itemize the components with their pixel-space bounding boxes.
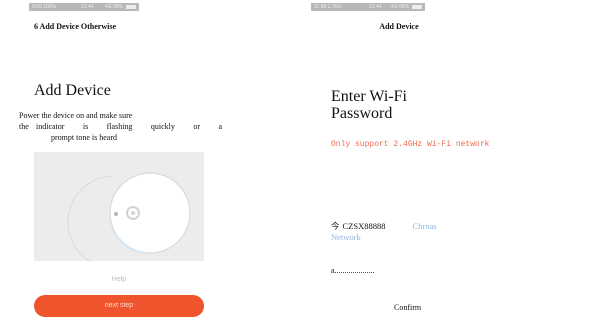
- status-right: 4G 99%: [104, 4, 123, 10]
- wifi-icon: 今: [331, 221, 340, 231]
- help-link[interactable]: Help: [34, 276, 204, 283]
- instruction-line3: prompt tone is heard: [51, 133, 117, 142]
- status-bar: 11:58 1.7K/s 13:44 4G 99%: [311, 3, 425, 11]
- wifi-ssid: CZSX88888: [342, 221, 386, 231]
- enter-wifi-screen: 11:58 1.7K/s 13:44 4G 99% Add Device Ent…: [305, 0, 604, 333]
- device-illustration: [34, 152, 204, 261]
- battery-icon: [412, 5, 422, 9]
- change-network-link-line2[interactable]: Network: [331, 232, 511, 243]
- instruction-line1: Power the device on and make sure: [19, 111, 133, 120]
- status-bar: 9:59 100% 13:44 4G 99%: [29, 3, 139, 11]
- status-left: 9:59 100%: [32, 4, 56, 10]
- add-device-screen: 9:59 100% 13:44 4G 99% 6 Add Device Othe…: [0, 0, 300, 333]
- page-title: Enter Wi-Fi Password: [331, 88, 407, 122]
- page-heading: Add Device: [379, 22, 419, 31]
- battery-icon: [126, 5, 136, 9]
- next-step-button[interactable]: next step: [34, 295, 204, 317]
- password-field[interactable]: a....................: [331, 266, 375, 275]
- status-left: 11:58 1.7K/s: [314, 4, 342, 10]
- wifi-network-row: 今 CZSX88888 Chrnas Network: [331, 221, 511, 243]
- page-title: Add Device: [34, 82, 111, 99]
- device-icon: [34, 152, 204, 261]
- change-network-link[interactable]: Chrnas: [413, 221, 437, 231]
- confirm-button[interactable]: Confirm: [394, 303, 421, 312]
- status-time: 13:44: [81, 4, 94, 10]
- instruction-line2-label: the: [19, 122, 29, 131]
- status-right: 4G 99%: [390, 4, 409, 10]
- wifi-note: Only support 2.4GHz Wi-Fi network: [331, 140, 490, 149]
- instruction-line2: indicator is flashing quickly or a: [36, 122, 222, 131]
- instructions: Power the device on and make sure the in…: [19, 110, 229, 143]
- status-time: 13:44: [369, 4, 382, 10]
- section-heading: 6 Add Device Otherwise: [34, 22, 116, 31]
